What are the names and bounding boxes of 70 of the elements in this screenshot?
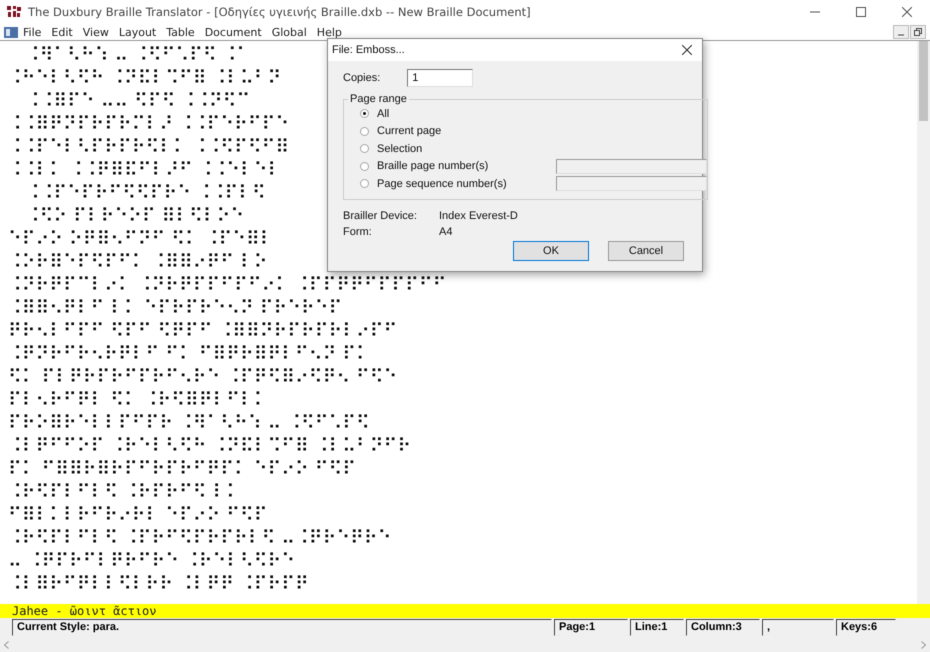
- braille-line: ⠏⠗⠕⠿⠗⠑⠇⠇⠏⠋⠏⠗ ⠨⠻⠁⠣⠓⠱ ⠤ ⠨⠫⠋⠡⠏⠫: [8, 412, 370, 435]
- copies-field[interactable]: 1: [407, 69, 474, 87]
- scrollbar-thumb[interactable]: [919, 41, 928, 121]
- dialog-title: File: Emboss...: [332, 44, 406, 56]
- radio-button[interactable]: [360, 126, 369, 136]
- radio-button[interactable]: [360, 162, 369, 171]
- braille-line: ⠟⠗⠢⠇⠋⠏⠋ ⠫⠏⠋ ⠫⠟⠏⠋ ⠨⠿⠿⠝⠗⠏⠗⠏⠗⠇⠔⠏⠋: [8, 320, 398, 343]
- status-field: Keys:6: [836, 619, 896, 636]
- radio-button[interactable]: [360, 179, 369, 188]
- braille-line: ⠨⠇⠿⠗⠋⠟⠇⠇⠫⠇⠗⠗ ⠨⠇⠟⠟ ⠨⠏⠗⠏⠟: [8, 573, 309, 596]
- number-field[interactable]: [556, 176, 707, 192]
- radio-label[interactable]: Current page: [377, 125, 547, 138]
- braille-line: ⠑⠏⠔⠕ ⠕⠟⠿⠢⠋⠝⠋ ⠫⠅ ⠨⠏⠑⠿⠇: [8, 228, 274, 251]
- radio-button[interactable]: [360, 109, 369, 118]
- close-icon[interactable]: [902, 7, 912, 17]
- status-field: Line:1: [630, 619, 684, 636]
- braille-line: ⠨⠇⠟⠋⠋⠕⠏ ⠨⠗⠑⠇⠣⠫⠓ ⠨⠝⠯⠇⠩⠋⠿ ⠨⠇⠥⠃⠝⠋⠗: [8, 435, 412, 458]
- braille-line: ⠨⠨⠏⠑⠏⠗⠋⠫⠫⠏⠗⠑ ⠨⠨⠏⠇⠫: [24, 182, 266, 205]
- status-field: Page:1: [554, 619, 628, 636]
- close-icon[interactable]: [682, 45, 692, 55]
- status-field: Current Style: para.: [12, 619, 552, 636]
- braille-line: ⠨⠨⠇⠅ ⠨⠨⠟⠿⠯⠋⠇⠜⠋ ⠨⠨⠑⠇⠑⠇: [8, 159, 282, 182]
- radio-label[interactable]: Selection: [377, 142, 547, 155]
- document-icon[interactable]: [4, 26, 18, 38]
- braille-line: ⠨⠝⠗⠟⠏⠉⠇⠔⠅ ⠨⠝⠗⠟⠏⠏⠋⠏⠋⠔⠅ ⠨⠏⠏⠟⠟⠋⠏⠏⠏⠋⠋: [8, 274, 446, 297]
- radio-label[interactable]: All: [377, 108, 547, 120]
- radio-label[interactable]: Braille page number(s): [377, 160, 547, 172]
- menu-item[interactable]: Edit: [46, 26, 78, 38]
- menu-item[interactable]: Global: [266, 26, 312, 38]
- info-label: Brailler Device:: [343, 210, 418, 222]
- braille-line: ⠨⠨⠿⠟⠝⠏⠗⠏⠗⠍⠇⠜ ⠨⠨⠏⠑⠗⠋⠏⠑: [8, 113, 290, 136]
- menu-item[interactable]: Help: [312, 26, 347, 38]
- menu-item[interactable]: View: [78, 26, 114, 38]
- info-value: A4: [439, 226, 454, 238]
- menu-item[interactable]: Document: [200, 26, 267, 38]
- braille-line: ⠨⠨⠿⠏⠑ ⠤⠤ ⠫⠏⠫ ⠨⠨⠝⠫⠉: [24, 90, 250, 113]
- braille-line: ⠨⠫⠕ ⠏⠇⠗⠑⠕⠏ ⠿⠇⠫⠇⠕⠑: [24, 205, 244, 228]
- braille-line: ⠤ ⠨⠟⠏⠗⠋⠇⠟⠗⠋⠗⠑ ⠨⠗⠑⠇⠣⠫⠗⠑: [8, 550, 296, 573]
- menu-item[interactable]: Table: [161, 26, 200, 38]
- braille-line: ⠨⠗⠫⠏⠇⠋⠇⠫ ⠨⠏⠗⠋⠫⠏⠗⠏⠗⠇⠫ ⠤⠨⠟⠗⠑⠟⠗⠑: [8, 527, 392, 550]
- radio-button[interactable]: [360, 144, 369, 154]
- braille-line: ⠫⠅ ⠏⠇⠟⠗⠏⠗⠋⠏⠗⠋⠢⠗⠑ ⠨⠏⠟⠫⠿⠔⠫⠟⠢ ⠋⠫⠑: [8, 366, 398, 389]
- info-value: Index Everest-D: [439, 210, 519, 222]
- braille-line: ⠨⠗⠫⠏⠇⠋⠇⠫ ⠨⠗⠏⠗⠋⠫ ⠇⠅: [8, 481, 240, 504]
- braille-line: ⠨⠓⠑⠇⠣⠫⠓ ⠨⠝⠯⠇⠩⠋⠿ ⠨⠇⠥⠃⠝: [8, 67, 282, 90]
- group-label: Page range: [349, 93, 408, 105]
- ok-button[interactable]: OK: [513, 240, 589, 260]
- minimize-document-button[interactable]: [893, 25, 909, 39]
- info-label: Form:: [343, 226, 373, 238]
- braille-line: ⠏⠅ ⠋⠿⠿⠗⠿⠗⠏⠋⠗⠏⠗⠋⠟⠏⠅ ⠑⠏⠔⠕ ⠋⠫⠏: [8, 458, 356, 481]
- braille-line: ⠋⠿⠇⠅⠇⠗⠋⠗⠔⠗⠇ ⠑⠏⠔⠕ ⠋⠫⠏: [8, 504, 268, 527]
- restore-document-button[interactable]: [910, 25, 926, 39]
- status-field: Column:3: [686, 619, 760, 636]
- restore-icon[interactable]: [914, 28, 922, 36]
- braille-line: ⠨⠿⠿⠢⠟⠇⠋ ⠇⠅ ⠑⠏⠗⠏⠗⠑⠢⠝ ⠏⠗⠑⠗⠑⠏: [8, 297, 342, 320]
- number-field[interactable]: [556, 158, 707, 174]
- braille-line: ⠨⠻⠁⠣⠓⠱ ⠤ ⠨⠫⠋⠡⠏⠫ ⠨⠁: [24, 44, 250, 67]
- cancel-button[interactable]: Cancel: [608, 240, 684, 260]
- status-field: ,: [762, 619, 834, 636]
- braille-line: ⠨⠕⠗⠿⠑⠏⠫⠏⠋⠅ ⠨⠿⠿⠔⠟⠋ ⠇⠕: [8, 251, 268, 274]
- braille-line: ⠨⠨⠏⠑⠇⠣⠏⠗⠏⠗⠫⠇⠅ ⠨⠨⠫⠏⠫⠋⠿: [8, 136, 290, 159]
- maximize-icon[interactable]: [856, 7, 866, 17]
- menu-item[interactable]: Layout: [114, 26, 162, 38]
- radio-label[interactable]: Page sequence number(s): [377, 178, 547, 190]
- window-title: The Duxbury Braille Translator - [Οδηγίες υγιεινής Braille.dxb -- New Braille Document]: [28, 5, 532, 19]
- braille-line: ⠨⠟⠝⠗⠋⠗⠢⠗⠟⠇⠋ ⠋⠅ ⠋⠿⠟⠗⠿⠟⠇⠋⠢⠝ ⠏⠅: [8, 343, 370, 366]
- braille-line: ⠏⠇⠢⠗⠋⠟⠇ ⠫⠅ ⠨⠗⠫⠿⠟⠇⠋⠇⠅: [8, 389, 268, 412]
- app-logo-icon: [6, 5, 22, 19]
- menu-item[interactable]: File: [18, 26, 46, 38]
- copies-label: Copies:: [343, 72, 380, 84]
